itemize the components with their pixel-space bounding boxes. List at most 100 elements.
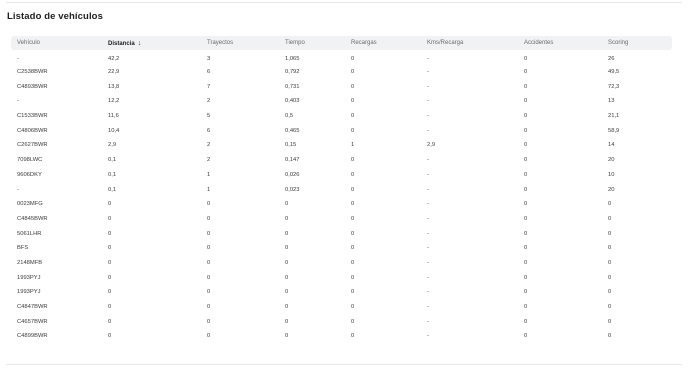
cell-recargas: 0 xyxy=(351,201,355,208)
column-header-trayectos[interactable]: Trayectos xyxy=(201,36,279,50)
arrow-down-icon[interactable]: ↓ xyxy=(138,40,142,47)
cell-trayectos: 0 xyxy=(207,289,211,296)
cell-trayectos: 0 xyxy=(207,304,211,311)
table-row[interactable]: - 42,2 3 1,065 0 - 0 26 xyxy=(11,50,672,65)
column-header-kms-recarga[interactable]: Kms/Recarga xyxy=(421,36,518,50)
cell-tiempo: 0,792 xyxy=(285,69,300,76)
table-row[interactable]: 0023MFG 0 0 0 0 - 0 0 xyxy=(11,197,672,212)
table-row[interactable]: C4893BWR 13,8 7 0,731 0 - 0 72,3 xyxy=(11,79,672,94)
table-row[interactable]: C4847BWR 0 0 0 0 - 0 0 xyxy=(11,300,672,315)
cell-kms-recarga: - xyxy=(427,55,429,62)
cell-vehiculo: C1533BWR xyxy=(17,113,48,120)
cell-scoring: 72,3 xyxy=(608,83,620,90)
table-row[interactable]: 5061LHR 0 0 0 0 - 0 0 xyxy=(11,226,672,241)
cell-scoring: 13 xyxy=(608,98,615,105)
cell-recargas: 0 xyxy=(351,127,355,134)
cell-tiempo: 0 xyxy=(285,259,289,266)
column-header-label: Vehículo xyxy=(17,40,41,46)
cell-accidentes: 0 xyxy=(524,215,528,222)
table-row[interactable]: 1993PYJ 0 0 0 0 - 0 0 xyxy=(11,270,672,285)
cell-accidentes: 0 xyxy=(524,171,528,178)
cell-distancia: 0,1 xyxy=(108,157,117,164)
table-row[interactable]: C2627BWR 2,9 2 0,15 1 2,9 0 14 xyxy=(11,138,672,153)
table-row[interactable]: C4899BWR 0 0 0 0 - 0 0 xyxy=(11,329,672,344)
table-row[interactable]: 1993PYJ 0 0 0 0 - 0 0 xyxy=(11,285,672,300)
table-row[interactable]: C4806BWR 10,4 6 0,465 0 - 0 58,9 xyxy=(11,123,672,138)
table-row[interactable]: 2148MFB 0 0 0 0 - 0 0 xyxy=(11,256,672,271)
cell-scoring: 0 xyxy=(608,333,612,340)
cell-trayectos: 1 xyxy=(207,186,211,193)
column-header-tiempo[interactable]: Tiempo xyxy=(279,36,345,50)
table-row[interactable]: 9606DKY 0,1 1 0,026 0 - 0 10 xyxy=(11,168,672,183)
cell-recargas: 0 xyxy=(351,69,355,76)
cell-tiempo: 0 xyxy=(285,201,289,208)
cell-kms-recarga: - xyxy=(427,127,429,134)
cell-kms-recarga: - xyxy=(427,186,429,193)
column-header-distancia[interactable]: Distancia ↓ xyxy=(102,36,201,50)
cell-recargas: 0 xyxy=(351,55,355,62)
cell-trayectos: 6 xyxy=(207,127,211,134)
cell-scoring: 0 xyxy=(608,289,612,296)
cell-accidentes: 0 xyxy=(524,259,528,266)
column-header-label: Tiempo xyxy=(285,40,305,46)
cell-kms-recarga: - xyxy=(427,289,429,296)
cell-accidentes: 0 xyxy=(524,230,528,237)
cell-scoring: 14 xyxy=(608,142,615,149)
cell-vehiculo: 1993PYJ xyxy=(17,274,41,281)
cell-scoring: 20 xyxy=(608,157,615,164)
cell-vehiculo: C2627BWR xyxy=(17,142,48,149)
cell-distancia: 0 xyxy=(108,274,112,281)
column-header-vehiculo[interactable]: Vehículo xyxy=(11,36,102,50)
cell-distancia: 10,4 xyxy=(108,127,120,134)
cell-kms-recarga: - xyxy=(427,83,429,90)
table-row[interactable]: C1533BWR 11,6 5 0,5 0 - 0 21,1 xyxy=(11,109,672,124)
cell-distancia: 22,9 xyxy=(108,69,120,76)
cell-recargas: 1 xyxy=(351,142,355,149)
cell-distancia: 0 xyxy=(108,215,112,222)
cell-scoring: 49,5 xyxy=(608,69,620,76)
cell-kms-recarga: - xyxy=(427,98,429,105)
cell-vehiculo: C4806BWR xyxy=(17,127,48,134)
cell-kms-recarga: - xyxy=(427,113,429,120)
cell-accidentes: 0 xyxy=(524,127,528,134)
cell-tiempo: 0,465 xyxy=(285,127,300,134)
table-row[interactable]: C4845BWR 0 0 0 0 - 0 0 xyxy=(11,212,672,227)
cell-tiempo: 0,023 xyxy=(285,186,300,193)
cell-trayectos: 0 xyxy=(207,215,211,222)
cell-tiempo: 0,5 xyxy=(285,113,294,120)
cell-kms-recarga: - xyxy=(427,304,429,311)
cell-tiempo: 0 xyxy=(285,318,289,325)
cell-vehiculo: BFS xyxy=(17,245,29,252)
cell-accidentes: 0 xyxy=(524,274,528,281)
cell-distancia: 11,6 xyxy=(108,113,119,120)
cell-distancia: 0 xyxy=(108,259,112,266)
cell-tiempo: 0,15 xyxy=(285,142,297,149)
cell-trayectos: 3 xyxy=(207,55,211,62)
cell-trayectos: 2 xyxy=(207,142,211,149)
cell-trayectos: 0 xyxy=(207,333,211,340)
column-header-label: Accidentes xyxy=(524,40,554,46)
cell-scoring: 0 xyxy=(608,318,612,325)
cell-scoring: 26 xyxy=(608,55,615,62)
cell-tiempo: 0 xyxy=(285,333,289,340)
cell-kms-recarga: - xyxy=(427,157,429,164)
cell-scoring: 21,1 xyxy=(608,113,620,120)
column-header-label: Trayectos xyxy=(207,40,234,46)
table-row[interactable]: BFS 0 0 0 0 - 0 0 xyxy=(11,241,672,256)
table-row[interactable]: 7098LWC 0,1 2 0,147 0 - 0 20 xyxy=(11,153,672,168)
table-row[interactable]: - 12,2 2 0,403 0 - 0 13 xyxy=(11,94,672,109)
table-row[interactable]: C4657BWR 0 0 0 0 - 0 0 xyxy=(11,314,672,329)
table-row[interactable]: C2538BWR 22,9 6 0,792 0 - 0 49,5 xyxy=(11,65,672,80)
column-header-label: Scoring xyxy=(608,40,629,46)
column-header-accidentes[interactable]: Accidentes xyxy=(518,36,602,50)
cell-tiempo: 0 xyxy=(285,274,289,281)
cell-accidentes: 0 xyxy=(524,98,528,105)
cell-distancia: 0,1 xyxy=(108,186,117,193)
column-header-scoring[interactable]: Scoring xyxy=(602,36,672,50)
column-header-label: Distancia xyxy=(108,40,135,47)
cell-distancia: 13,8 xyxy=(108,83,120,90)
table-row[interactable]: - 0,1 1 0,023 0 - 0 20 xyxy=(11,182,672,197)
column-header-recargas[interactable]: Recargas xyxy=(345,36,421,50)
cell-accidentes: 0 xyxy=(524,83,528,90)
table-body: -42,2 3 1,065 0-0 26 C2538BWR 22,9 6 0,792 0-0 49,… xyxy=(11,50,672,344)
